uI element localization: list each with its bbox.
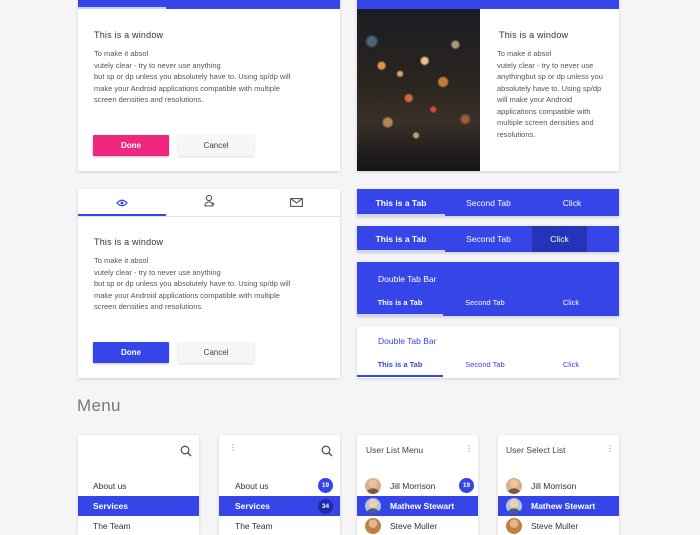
tab-first[interactable]: This is a Tab xyxy=(357,198,445,208)
menu-item[interactable]: About us xyxy=(78,476,199,496)
double-tab-bar-title: Double Tab Bar xyxy=(378,336,437,346)
user-list-item[interactable]: Jill Morrison xyxy=(498,476,619,496)
tab-bar-1: This is a Tab Second Tab Click xyxy=(357,189,619,216)
tab-third[interactable]: Click xyxy=(527,298,615,307)
more-vertical-icon[interactable]: ⋮ xyxy=(229,443,237,452)
eye-icon xyxy=(116,194,128,212)
done-button[interactable]: Done xyxy=(93,342,169,363)
menu-search-list: About us Services The Team xyxy=(78,435,199,535)
tab-add-user[interactable] xyxy=(166,189,253,216)
user-list-item-selected[interactable]: Mathew Stewart xyxy=(357,496,478,516)
tab-view[interactable] xyxy=(78,189,166,216)
window-title: This is a window xyxy=(499,30,569,40)
avatar xyxy=(506,518,522,534)
count-badge: 34 xyxy=(318,499,333,514)
user-name: Jill Morrison xyxy=(531,481,577,491)
user-name: Steve Muller xyxy=(390,521,438,531)
cancel-button[interactable]: Cancel xyxy=(178,342,254,363)
user-list-item[interactable]: Steve Muller xyxy=(498,516,619,535)
window-body-text: To make it absol vutely clear - try to n… xyxy=(94,49,291,104)
avatar xyxy=(365,498,381,514)
tab-mail[interactable] xyxy=(253,189,340,216)
menu-item-label: Services xyxy=(235,501,270,511)
more-vertical-icon[interactable]: ⋮ xyxy=(606,444,614,453)
window-card-2: This is a window To make it absol vutely… xyxy=(78,189,340,378)
city-night-photo xyxy=(357,9,480,171)
avatar xyxy=(365,518,381,534)
double-tab-bar-title: Double Tab Bar xyxy=(378,274,437,284)
search-icon[interactable] xyxy=(180,444,192,462)
tab-active-indicator xyxy=(357,250,445,252)
tab-third[interactable]: Click xyxy=(527,360,615,369)
menu-title: User List Menu xyxy=(366,445,424,455)
tab-active-indicator xyxy=(357,375,443,377)
user-list-menu: User List Menu ⋮ Jill Morrison 19 Mathew… xyxy=(357,435,478,535)
menu-item[interactable]: The Team xyxy=(219,516,340,535)
section-title-menu: Menu xyxy=(77,396,121,415)
card-accent-bar xyxy=(357,0,619,9)
user-select-list: User Select List ⋮ Jill Morrison Mathew … xyxy=(498,435,619,535)
double-tab-bar-white: Double Tab Bar This is a Tab Second Tab … xyxy=(357,326,619,378)
user-name: Mathew Stewart xyxy=(390,501,455,511)
menu-item[interactable]: The Team xyxy=(78,516,199,535)
image-window-card: This is a window To make it absol vutely… xyxy=(357,0,619,171)
tab-third[interactable]: Click xyxy=(532,234,587,244)
tab-second[interactable]: Second Tab xyxy=(443,298,527,307)
window-title: This is a window xyxy=(94,30,164,40)
tab-bar-2: This is a Tab Second Tab Click xyxy=(357,226,619,252)
add-user-icon xyxy=(203,194,216,212)
tab-third[interactable]: Click xyxy=(532,198,612,208)
tab-first[interactable]: This is a Tab xyxy=(357,360,443,369)
tab-second[interactable]: Second Tab xyxy=(445,234,532,244)
tab-second[interactable]: Second Tab xyxy=(445,198,532,208)
avatar xyxy=(365,478,381,494)
menu-item-selected[interactable]: Services 34 xyxy=(219,496,340,516)
tab-active-indicator xyxy=(357,214,445,216)
tab-first[interactable]: This is a Tab xyxy=(357,234,445,244)
cancel-button[interactable]: Cancel xyxy=(178,135,254,156)
user-name: Steve Muller xyxy=(531,521,579,531)
mail-icon xyxy=(290,194,303,212)
search-icon[interactable] xyxy=(321,444,333,462)
more-vertical-icon[interactable]: ⋮ xyxy=(465,444,473,453)
window-body-text: To make it absol vutely clear - try to n… xyxy=(94,256,291,311)
user-list-item-selected[interactable]: Mathew Stewart xyxy=(498,496,619,516)
menu-item-label: About us xyxy=(235,481,269,491)
window-title: This is a window xyxy=(94,237,164,247)
tab-first[interactable]: This is a Tab xyxy=(357,298,443,307)
window-card-1: This is a window To make it absol vutely… xyxy=(78,0,340,171)
menu-item-selected[interactable]: Services xyxy=(78,496,199,516)
menu-badge-list: ⋮ About us 19 Services 34 The Team xyxy=(219,435,340,535)
tab-divider xyxy=(78,216,340,217)
user-name: Jill Morrison xyxy=(390,481,436,491)
tab-second[interactable]: Second Tab xyxy=(443,360,527,369)
card-accent-indicator xyxy=(78,7,166,9)
tab-active-indicator xyxy=(357,314,443,316)
user-list-item[interactable]: Steve Muller xyxy=(357,516,478,535)
menu-item-label: The Team xyxy=(235,521,273,531)
menu-item[interactable]: About us 19 xyxy=(219,476,340,496)
double-tab-bar-blue: Double Tab Bar This is a Tab Second Tab … xyxy=(357,262,619,316)
count-badge: 19 xyxy=(318,478,333,493)
avatar xyxy=(506,478,522,494)
window-body-text: To make it absol vutely clear - try to n… xyxy=(497,49,603,139)
count-badge: 19 xyxy=(459,478,474,493)
user-name: Mathew Stewart xyxy=(531,501,596,511)
avatar xyxy=(506,498,522,514)
menu-title: User Select List xyxy=(506,445,566,455)
user-list-item[interactable]: Jill Morrison 19 xyxy=(357,476,478,496)
done-button[interactable]: Done xyxy=(93,135,169,156)
